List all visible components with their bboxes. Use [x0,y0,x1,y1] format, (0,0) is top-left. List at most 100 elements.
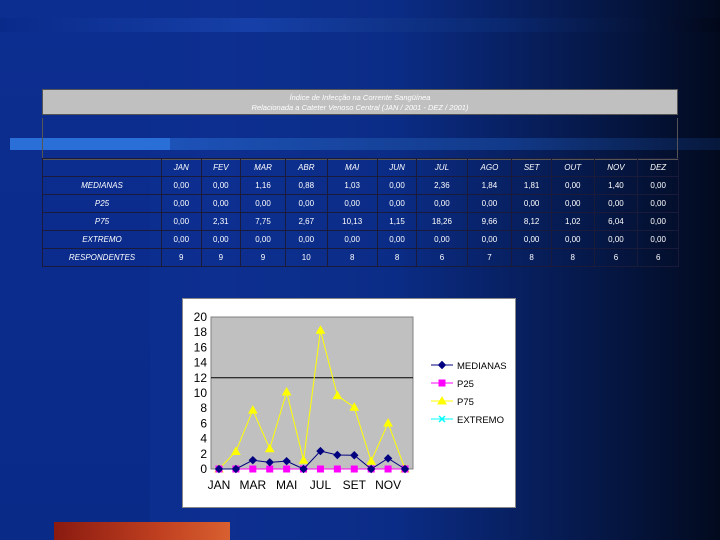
line-chart: 024 68101214 161820 JAN MAR MAI JUL SET NOV MEDIA… [194,310,507,492]
legend-marker [437,360,447,370]
table-cell: 8 [550,248,595,267]
table-cell: 1,02 [550,212,595,231]
y-tick-label: 20 [194,310,208,324]
table-cell: 0,00 [550,194,595,213]
table-cell: 0,00 [284,230,328,249]
table-cell: 0,00 [593,230,639,249]
y-tick-label: 12 [194,371,208,385]
legend-label: EXTREMO [457,415,504,426]
y-tick-label: 0 [200,462,207,476]
table-cell: 8,12 [511,212,552,231]
table-cell: 0,00 [376,194,418,213]
table-cell: 0,00 [161,212,202,231]
x-tick-label: JUL [310,478,332,492]
x-tick-label: NOV [375,478,401,492]
data-point-p25 [316,465,324,473]
title-panel [42,118,678,160]
bottom-accent-bar [54,522,230,540]
row-label: MEDIANAS [42,176,162,195]
y-tick-label: 2 [200,447,207,461]
y-tick-label: 4 [200,432,207,446]
table-row: RESPONDENTES 9 9 9 10 8 8 6 7 8 8 6 6 [42,248,679,267]
y-tick-label: 16 [194,340,208,354]
x-tick-label: MAI [276,478,297,492]
legend-label: P75 [457,397,474,408]
table-cell: 0,00 [284,194,328,213]
table-row: MEDIANAS 0,00 0,00 1,16 0,88 1,03 0,00 2,36 1,84… [42,176,679,195]
table-cell: 6 [637,248,679,267]
table-cell: 1,16 [240,176,286,195]
table-cell: 0,00 [637,176,679,195]
y-tick-label: 6 [200,416,207,430]
y-tick-label: 18 [194,325,208,339]
month-header: FEV [200,158,242,177]
table-cell: 0,88 [284,176,328,195]
table-cell: 18,26 [416,212,468,231]
table-cell: 10 [284,248,328,267]
table-row: EXTREMO 0,00 0,00 0,00 0,00 0,00 0,00 0,00 0,00 0… [42,230,679,249]
table-cell: 0,00 [200,176,242,195]
table-cell: 9 [161,248,202,267]
table-cell: 10,13 [326,212,378,231]
table-row: P75 0,00 2,31 7,75 2,67 10,13 1,15 18,26 9,66 8,1… [42,212,679,231]
table-cell: 0,00 [637,194,679,213]
month-header: DEZ [637,158,679,177]
table-cell: 0,00 [376,176,418,195]
table-cell: 8 [326,248,378,267]
table-cell: 1,40 [593,176,639,195]
legend-label: MEDIANAS [457,361,507,372]
data-point-p25 [283,465,291,473]
data-point-p25 [249,465,257,473]
row-label: RESPONDENTES [42,248,162,267]
table-cell: 0,00 [200,230,242,249]
data-point-p25 [266,465,274,473]
table-cell: 0,00 [593,194,639,213]
table-cell: 8 [511,248,552,267]
row-label: EXTREMO [42,230,162,249]
chart-area: 0 2 4 6 8 10 12 14 16 18 20 JAN MAR MAI JUL SET NOV MEDIA… [182,298,516,508]
y-tick-label: 10 [194,386,208,400]
month-header: JUL [416,158,468,177]
table-cell: 1,81 [511,176,552,195]
month-header: SET [511,158,552,177]
data-point-p25 [350,465,358,473]
table-cell: 0,00 [326,230,378,249]
row-label: P25 [42,194,162,213]
month-header: MAI [326,158,378,177]
table-cell: 0,00 [376,230,418,249]
x-tick-label: JAN [208,478,231,492]
legend-marker [438,379,446,387]
row-label: P75 [42,212,162,231]
month-header: ABR [284,158,328,177]
x-tick-label: MAR [239,478,266,492]
table-header-row: JAN FEV MAR ABR MAI JUN JUL AGO SET OUT NOV DEZ [42,158,679,177]
table-cell: 1,84 [466,176,513,195]
y-tick-label: 8 [200,401,207,415]
data-point-p25 [333,465,341,473]
table-cell: 0,00 [511,230,552,249]
table-cell: 8 [376,248,418,267]
table-row: P25 0,00 0,00 0,00 0,00 0,00 0,00 0,00 0,00 0,00 0… [42,194,679,213]
title-line-1: Índice de Infecção na Corrente Sangüínea [289,93,431,102]
data-point-p25 [384,465,392,473]
table-cell: 2,36 [416,176,468,195]
table-cell: 7 [466,248,513,267]
legend-label: P25 [457,379,474,390]
table-cell: 0,00 [511,194,552,213]
x-tick-label: SET [343,478,367,492]
month-header: JUN [376,158,418,177]
table-cell: 0,00 [637,230,679,249]
month-header: NOV [593,158,639,177]
header-corner [42,158,162,177]
table-cell: 6 [416,248,468,267]
table-cell: 0,00 [240,194,286,213]
table-cell: 0,00 [416,230,468,249]
left-stripe [0,0,150,540]
table-title: Índice de Infecção na Corrente Sangüínea… [42,89,678,115]
table-cell: 0,00 [637,212,679,231]
table-cell: 1,03 [326,176,378,195]
table-cell: 2,67 [284,212,328,231]
table-cell: 0,00 [550,176,595,195]
title-line-2: Relacionada a Cateter Venoso Central (JA… [251,103,469,112]
table-cell: 0,00 [466,194,513,213]
